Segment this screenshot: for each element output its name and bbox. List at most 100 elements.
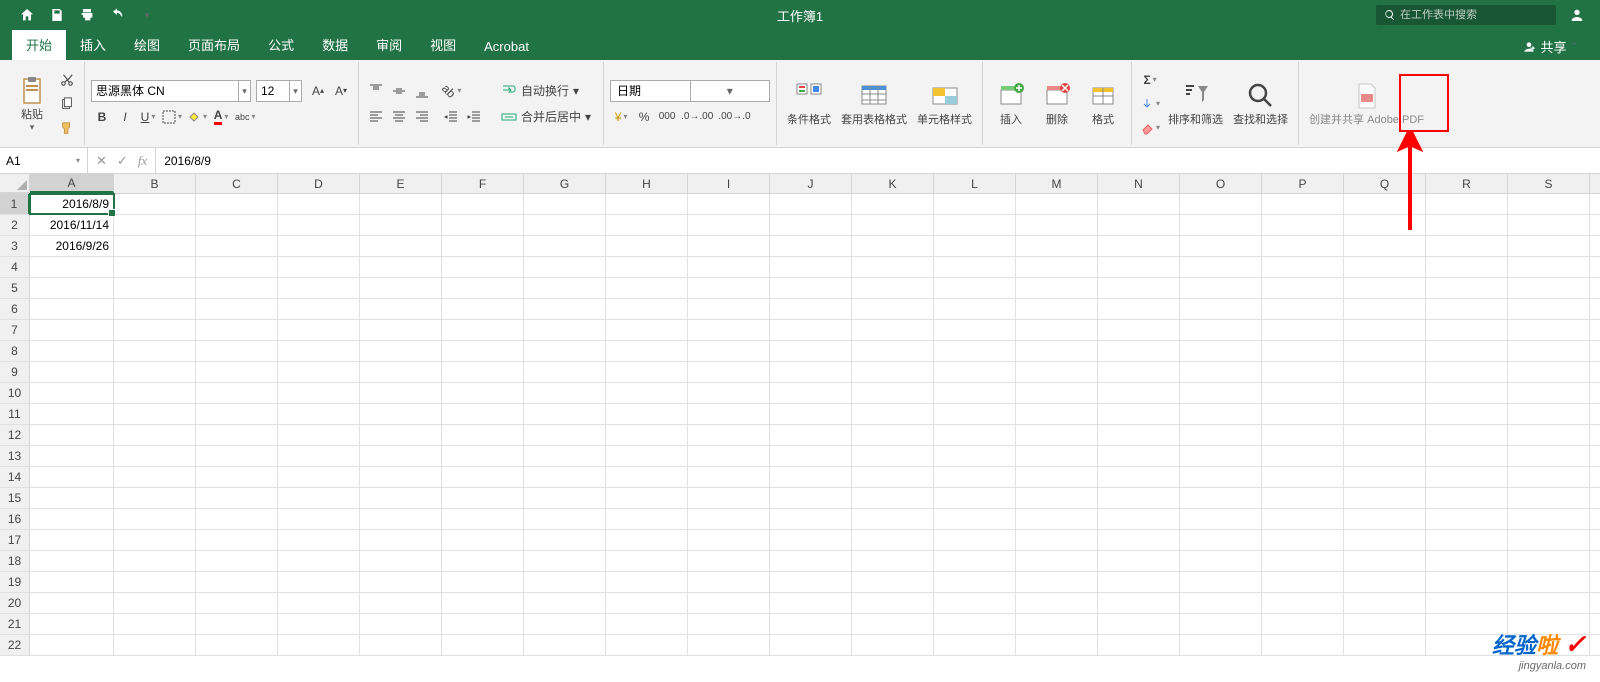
cell-L10[interactable]: [934, 383, 1016, 403]
cell-S9[interactable]: [1508, 362, 1590, 382]
cell-G12[interactable]: [524, 425, 606, 445]
cell-J6[interactable]: [770, 299, 852, 319]
cell-L18[interactable]: [934, 551, 1016, 571]
cell-B3[interactable]: [114, 236, 196, 256]
cell-C13[interactable]: [196, 446, 278, 466]
cell-D14[interactable]: [278, 467, 360, 487]
cell-I8[interactable]: [688, 341, 770, 361]
cell-L6[interactable]: [934, 299, 1016, 319]
cell-P1[interactable]: [1262, 194, 1344, 214]
tab-acrobat[interactable]: Acrobat: [470, 33, 543, 60]
cell-D11[interactable]: [278, 404, 360, 424]
col-header-E[interactable]: E: [360, 174, 442, 193]
cell-D3[interactable]: [278, 236, 360, 256]
cell-Q22[interactable]: [1344, 635, 1426, 655]
cell-L12[interactable]: [934, 425, 1016, 445]
cell-C5[interactable]: [196, 278, 278, 298]
col-header-J[interactable]: J: [770, 174, 852, 193]
cell-H22[interactable]: [606, 635, 688, 655]
cell-G4[interactable]: [524, 257, 606, 277]
cell-G9[interactable]: [524, 362, 606, 382]
cell-G6[interactable]: [524, 299, 606, 319]
cell-E15[interactable]: [360, 488, 442, 508]
cell-H18[interactable]: [606, 551, 688, 571]
cell-E3[interactable]: [360, 236, 442, 256]
cell-Q3[interactable]: [1344, 236, 1426, 256]
cell-I14[interactable]: [688, 467, 770, 487]
share-button[interactable]: 共享 ⌃: [1514, 33, 1586, 60]
cell-L3[interactable]: [934, 236, 1016, 256]
cell-N8[interactable]: [1098, 341, 1180, 361]
format-painter-button[interactable]: [56, 117, 78, 139]
col-header-I[interactable]: I: [688, 174, 770, 193]
comma-button[interactable]: 000: [656, 106, 678, 128]
cancel-formula-button[interactable]: ✕: [96, 153, 107, 169]
col-header-A[interactable]: A: [30, 174, 114, 193]
cell-K22[interactable]: [852, 635, 934, 655]
increase-indent-button[interactable]: [463, 106, 485, 128]
cell-H12[interactable]: [606, 425, 688, 445]
cell-E12[interactable]: [360, 425, 442, 445]
phonetic-button[interactable]: abc▾: [233, 106, 258, 128]
cell-J18[interactable]: [770, 551, 852, 571]
cell-C15[interactable]: [196, 488, 278, 508]
cell-A16[interactable]: [30, 509, 114, 529]
cell-K7[interactable]: [852, 320, 934, 340]
cell-G7[interactable]: [524, 320, 606, 340]
cell-I16[interactable]: [688, 509, 770, 529]
cell-M15[interactable]: [1016, 488, 1098, 508]
cell-I15[interactable]: [688, 488, 770, 508]
row-header-6[interactable]: 6: [0, 299, 30, 319]
cell-N14[interactable]: [1098, 467, 1180, 487]
cell-A17[interactable]: [30, 530, 114, 550]
cell-C10[interactable]: [196, 383, 278, 403]
tab-data[interactable]: 数据: [308, 29, 362, 60]
cell-A8[interactable]: [30, 341, 114, 361]
row-header-3[interactable]: 3: [0, 236, 30, 256]
cell-G17[interactable]: [524, 530, 606, 550]
cell-F11[interactable]: [442, 404, 524, 424]
qat-customize-icon[interactable]: ▾: [132, 0, 162, 30]
cell-O19[interactable]: [1180, 572, 1262, 592]
cell-M12[interactable]: [1016, 425, 1098, 445]
cell-Q18[interactable]: [1344, 551, 1426, 571]
cell-P21[interactable]: [1262, 614, 1344, 634]
cell-H7[interactable]: [606, 320, 688, 340]
cell-N12[interactable]: [1098, 425, 1180, 445]
cell-E9[interactable]: [360, 362, 442, 382]
cell-G13[interactable]: [524, 446, 606, 466]
cell-N15[interactable]: [1098, 488, 1180, 508]
cell-N1[interactable]: [1098, 194, 1180, 214]
cell-G21[interactable]: [524, 614, 606, 634]
cell-A4[interactable]: [30, 257, 114, 277]
cell-C19[interactable]: [196, 572, 278, 592]
number-format-combo[interactable]: 日期▾: [610, 80, 770, 102]
cell-C7[interactable]: [196, 320, 278, 340]
cell-I4[interactable]: [688, 257, 770, 277]
cell-F6[interactable]: [442, 299, 524, 319]
col-header-D[interactable]: D: [278, 174, 360, 193]
cell-A20[interactable]: [30, 593, 114, 613]
cell-C14[interactable]: [196, 467, 278, 487]
cell-H20[interactable]: [606, 593, 688, 613]
cell-H11[interactable]: [606, 404, 688, 424]
cell-O21[interactable]: [1180, 614, 1262, 634]
cell-K10[interactable]: [852, 383, 934, 403]
cell-H8[interactable]: [606, 341, 688, 361]
cut-button[interactable]: [56, 69, 78, 91]
cell-P13[interactable]: [1262, 446, 1344, 466]
cell-N3[interactable]: [1098, 236, 1180, 256]
col-header-L[interactable]: L: [934, 174, 1016, 193]
col-header-B[interactable]: B: [114, 174, 196, 193]
cell-K11[interactable]: [852, 404, 934, 424]
cell-D1[interactable]: [278, 194, 360, 214]
cell-M1[interactable]: [1016, 194, 1098, 214]
cell-I9[interactable]: [688, 362, 770, 382]
row-header-13[interactable]: 13: [0, 446, 30, 466]
cell-O17[interactable]: [1180, 530, 1262, 550]
cell-K2[interactable]: [852, 215, 934, 235]
cell-S4[interactable]: [1508, 257, 1590, 277]
cell-B9[interactable]: [114, 362, 196, 382]
cell-O12[interactable]: [1180, 425, 1262, 445]
cell-A21[interactable]: [30, 614, 114, 634]
